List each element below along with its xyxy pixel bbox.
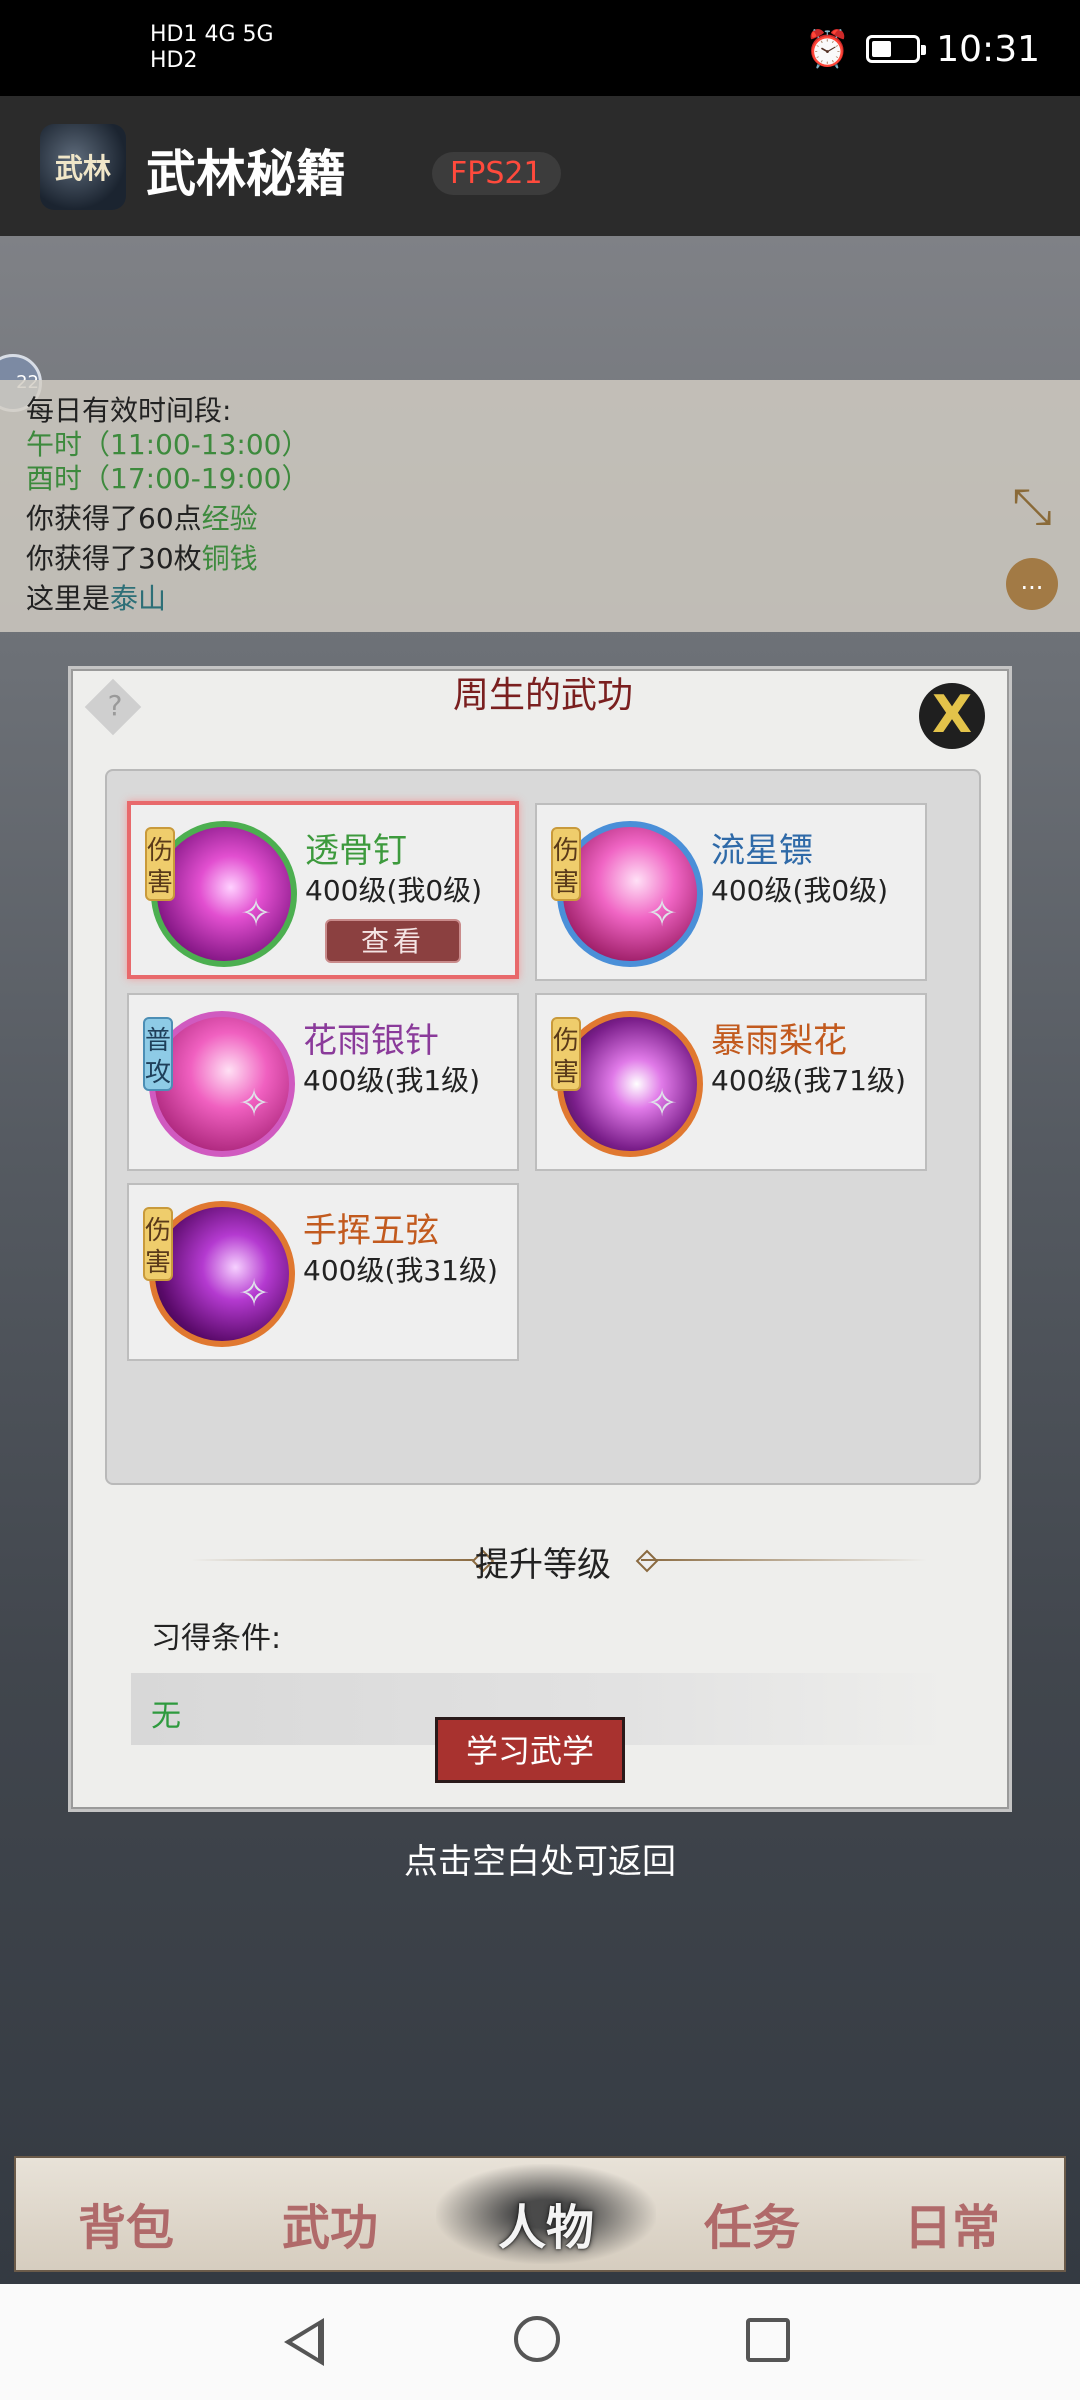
tab-martial-arts[interactable]: 武功 [260,2188,400,2258]
view-button[interactable]: 查看 [325,919,461,963]
chat-text: 你获得了30枚 [26,542,202,575]
skill-name: 花雨银针 [303,1021,439,1061]
chat-text: 这里是 [26,582,111,615]
condition-value: 无 [151,1699,181,1734]
skill-name: 手挥五弦 [303,1211,439,1251]
battery-icon [866,35,927,63]
chat-line: 你获得了30枚铜钱 [26,542,258,576]
chat-line: 午时（11:00-13:00） [26,428,310,462]
close-icon[interactable]: X [919,683,985,749]
divider-right [641,1559,927,1561]
network-indicators: HD1 4G 5G HD2 [150,22,274,74]
app-logo-icon: 武林 [40,124,126,210]
skill-type-tag: 普攻 [143,1017,173,1091]
status-right: ⏰ 10:31 [805,28,1040,71]
projectile-icon: ✧ [240,891,272,935]
battery-fill [872,41,892,57]
skill-level: 400级(我0级) [305,874,483,907]
skill-card[interactable]: ✧ 伤害 暴雨梨花 400级(我71级) [535,993,927,1171]
back-hint: 点击空白处可返回 [404,1842,676,1882]
app-title-bar: 武林 武林秘籍 FPS21 [0,96,1080,236]
skill-name: 流星镖 [711,831,813,871]
network-text: HD1 4G 5G [150,22,274,47]
chat-bubble-icon[interactable]: ... [1006,558,1058,610]
skill-card[interactable]: ✧ 伤害 手挥五弦 400级(我31级) [127,1183,519,1361]
chat-highlight: 酉时（17:00-19:00） [26,462,310,495]
chat-line: 每日有效时间段: [26,394,231,428]
skill-name: 暴雨梨花 [711,1021,847,1061]
skill-type-tag: 伤害 [143,1207,173,1281]
tab-daily[interactable]: 日常 [882,2188,1022,2258]
skill-type-tag: 伤害 [551,1017,581,1091]
chat-line: 这里是泰山 [26,582,166,616]
tab-inventory[interactable]: 背包 [56,2188,196,2258]
tab-quests[interactable]: 任务 [682,2188,822,2258]
home-icon[interactable] [514,2316,560,2362]
projectile-icon: ✧ [646,891,678,935]
skill-card[interactable]: ✧ 伤害 透骨钉 400级(我0级) 查看 [127,801,519,979]
chat-line: 酉时（17:00-19:00） [26,462,310,496]
back-icon-inner [292,2326,318,2358]
skill-type-tag: 伤害 [145,827,175,901]
section-title: 提升等级 [475,1545,611,1585]
alarm-icon: ⏰ [805,29,851,70]
chat-text: 每日有效时间段: [26,394,232,427]
skill-card[interactable]: ✧ 普攻 花雨银针 400级(我1级) [127,993,519,1171]
system-nav-bar [0,2284,1080,2400]
projectile-icon: ✧ [238,1271,270,1315]
chat-text: 你获得了60点 [26,502,202,535]
chat-highlight: 经验 [201,502,258,535]
skill-level: 400级(我0级) [711,874,889,907]
bottom-tab-bar: 背包 武功 人物 任务 日常 [14,2156,1066,2272]
status-bar: HD1 4G 5G HD2 ⏰ 10:31 [0,0,1080,96]
dialog-title: 周生的武功 [452,675,633,716]
tab-character[interactable]: 人物 [476,2188,616,2258]
skill-name: 透骨钉 [305,831,407,871]
condition-label: 习得条件: [151,1621,282,1656]
app-title: 武林秘籍 [146,145,346,203]
expand-icon[interactable]: ⤡ [1006,480,1058,532]
skill-level: 400级(我31级) [303,1254,498,1287]
recents-icon[interactable] [746,2318,790,2362]
projectile-icon: ✧ [646,1081,678,1125]
network-text-2: HD2 [150,48,198,73]
fps-badge: FPS21 [432,152,561,195]
clock: 10:31 [936,28,1040,70]
chat-line: 你获得了60点经验 [26,502,258,536]
skill-level: 400级(我71级) [711,1064,906,1097]
martial-arts-dialog: ? 周生的武功 X ✧ 伤害 透骨钉 400级(我0级) 查看 ✧ 伤害 流星镖… [68,666,1012,1812]
chat-panel: 每日有效时间段: 午时（11:00-13:00） 酉时（17:00-19:00）… [0,380,1080,632]
chat-highlight: 泰山 [110,582,167,615]
learn-skill-button[interactable]: 学习武学 [435,1717,625,1783]
skill-level: 400级(我1级) [303,1064,481,1097]
skill-card[interactable]: ✧ 伤害 流星镖 400级(我0级) [535,803,927,981]
chat-highlight: 铜钱 [201,542,258,575]
projectile-icon: ✧ [238,1081,270,1125]
skill-grid: ✧ 伤害 透骨钉 400级(我0级) 查看 ✧ 伤害 流星镖 400级(我0级)… [105,769,981,1485]
skill-type-tag: 伤害 [551,827,581,901]
chat-highlight: 午时（11:00-13:00） [26,428,310,461]
